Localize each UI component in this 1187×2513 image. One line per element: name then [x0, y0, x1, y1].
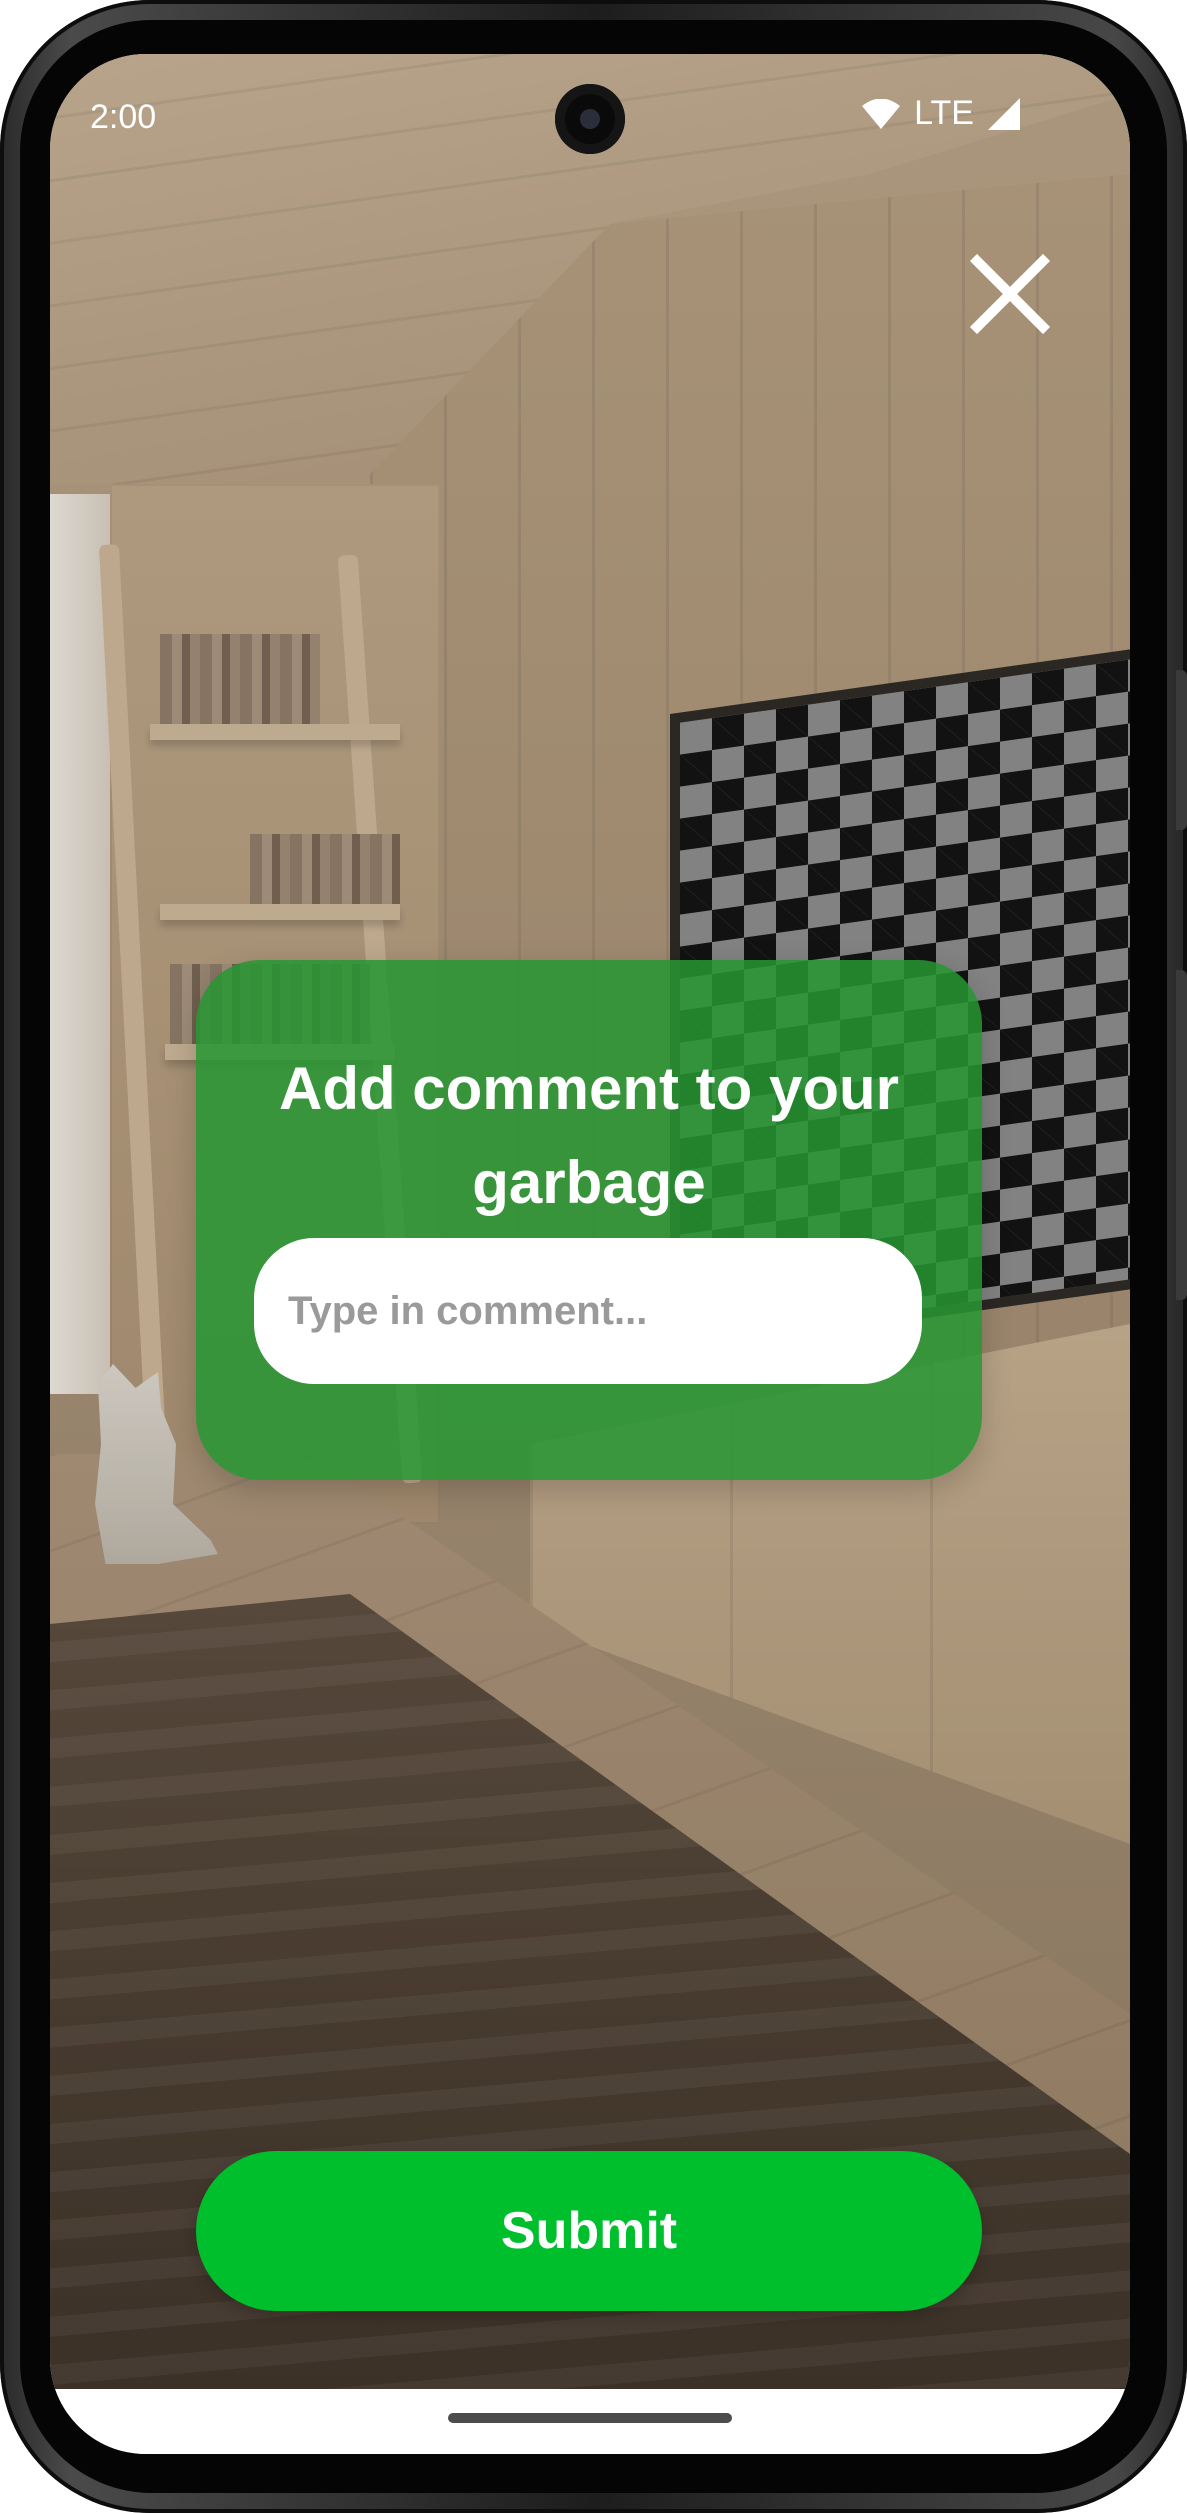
close-button[interactable]	[965, 249, 1055, 339]
status-time: 2:00	[90, 98, 157, 136]
comment-input[interactable]	[254, 1238, 922, 1384]
navigation-bar	[50, 2389, 1130, 2454]
power-button	[1176, 670, 1187, 830]
status-icons: LTE	[862, 94, 1020, 133]
submit-button[interactable]: Submit	[196, 2151, 982, 2311]
volume-button	[1176, 970, 1187, 1300]
screen: 2:00 LTE Add comment to your garbage Sub…	[50, 54, 1130, 2454]
phone-frame: 2:00 LTE Add comment to your garbage Sub…	[0, 0, 1187, 2513]
network-type: LTE	[914, 94, 974, 132]
signal-icon	[988, 97, 1020, 130]
comment-dialog: Add comment to your garbage	[196, 960, 982, 1480]
close-icon	[969, 253, 1051, 335]
front-camera	[555, 84, 625, 154]
home-indicator[interactable]	[448, 2413, 732, 2423]
wifi-icon	[862, 98, 901, 129]
dialog-title: Add comment to your garbage	[278, 1055, 899, 1216]
